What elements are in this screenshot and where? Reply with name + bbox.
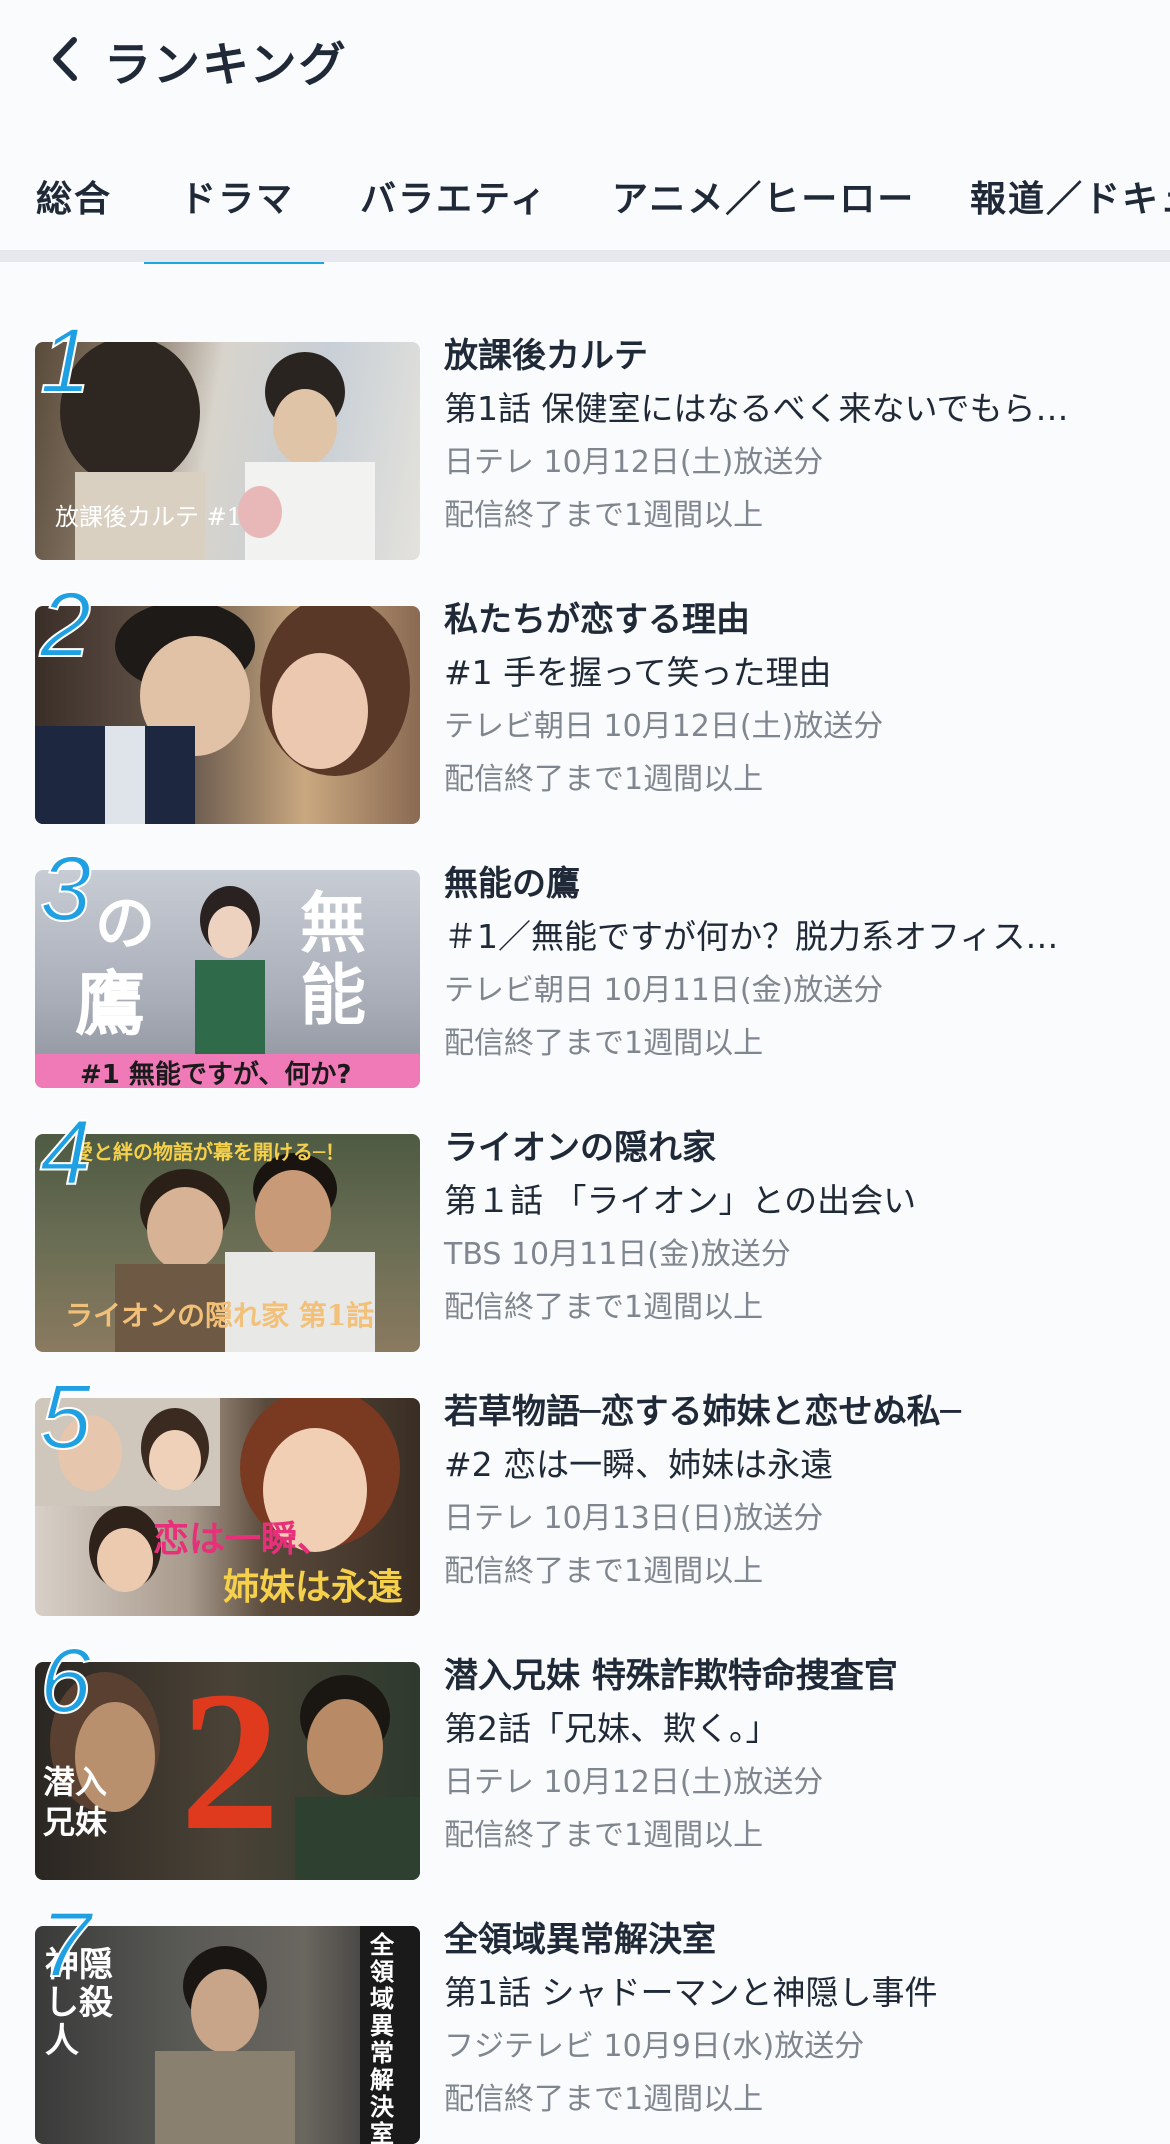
broadcast-info: フジテレビ 10月9日(水)放送分 [444, 2029, 865, 2064]
thumbnail-caption: 潜入兄妹 [43, 1763, 108, 1841]
ranking-item[interactable]: 2 私たちが恋する理由 #1 手を握って笑った理由 テレビ朝日 10月12日(土… [0, 578, 1170, 824]
broadcast-info: TBS 10月11日(金)放送分 [444, 1237, 791, 1272]
rank-number: 2 [39, 574, 92, 676]
availability-text: 配信終了まで1週間以上 [444, 498, 764, 533]
item-info: 無能の鷹 ＃1／無能ですが何か？脱力系オフィス… テレビ朝日 10月11日(金)… [444, 858, 1144, 1070]
thumbnail-caption-line: 恋は一瞬、 [153, 1518, 334, 1560]
page-title: ランキング [104, 38, 348, 93]
rank-number: 7 [39, 1894, 92, 1996]
availability-text: 配信終了まで1週間以上 [444, 762, 764, 797]
program-title: 放課後カルテ [444, 336, 648, 376]
item-info: ライオンの隠れ家 第１話 「ライオン」との出会い TBS 10月11日(金)放送… [444, 1122, 1144, 1334]
availability-text: 配信終了まで1週間以上 [444, 1026, 764, 1061]
thumbnail: 神隠し殺人 全領域異常解決室 [35, 1926, 420, 2144]
ranking-item[interactable]: 神隠し殺人 全領域異常解決室 7 全領域異常解決室 第1話 シャドーマンと神隠し… [0, 1898, 1170, 2144]
app-header: ランキング [0, 0, 1170, 118]
availability-text: 配信終了まで1週間以上 [444, 1290, 764, 1325]
thumbnail-logo-char: の [95, 889, 155, 959]
program-title: 全領域異常解決室 [444, 1920, 716, 1960]
program-title: 潜入兄妹 特殊詐欺特命捜査官 [444, 1656, 898, 1696]
item-info: 全領域異常解決室 第1話 シャドーマンと神隠し事件 フジテレビ 10月9日(水)… [444, 1914, 1144, 2126]
thumbnail-caption-line: 姉妹は永遠 [223, 1566, 404, 1608]
ranking-item[interactable]: 2 潜入兄妹 6 潜入兄妹 特殊詐欺特命捜査官 第2話「兄妹、欺く。」 日テレ … [0, 1634, 1170, 1880]
broadcast-info: 日テレ 10月13日(日)放送分 [444, 1501, 824, 1536]
tab-divider [0, 250, 1170, 262]
program-title: 私たちが恋する理由 [444, 600, 750, 640]
thumbnail [35, 606, 420, 824]
tab-overall[interactable]: 総合 [36, 170, 112, 222]
broadcast-info: 日テレ 10月12日(土)放送分 [444, 445, 824, 480]
rank-number: 5 [39, 1366, 92, 1468]
thumbnail: 恋は一瞬、 姉妹は永遠 [35, 1398, 420, 1616]
chevron-left-icon [53, 37, 77, 81]
availability-text: 配信終了まで1週間以上 [444, 1818, 764, 1853]
thumbnail: 無 能 鷹 の #1 無能ですが、何か? [35, 870, 420, 1088]
ranking-item[interactable]: 無 能 鷹 の #1 無能ですが、何か? 3 無能の鷹 ＃1／無能ですが何か？脱… [0, 842, 1170, 1088]
item-info: 潜入兄妹 特殊詐欺特命捜査官 第2話「兄妹、欺く。」 日テレ 10月12日(土)… [444, 1650, 1144, 1862]
episode-title: 第１話 「ライオン」との出会い [444, 1181, 917, 1220]
episode-title: 第1話 保健室にはなるべく来ないでもら… [444, 389, 1069, 428]
item-info: 私たちが恋する理由 #1 手を握って笑った理由 テレビ朝日 10月12日(土)放… [444, 594, 1144, 806]
ranking-item[interactable]: 恋は一瞬、 姉妹は永遠 5 若草物語─恋する姉妹と恋せぬ私─ #2 恋は一瞬、姉… [0, 1370, 1170, 1616]
tab-news-documentary[interactable]: 報道／ドキュ [970, 170, 1170, 222]
tab-anime-hero[interactable]: アニメ／ヒーロー [612, 170, 915, 222]
rank-number: 1 [39, 310, 92, 412]
thumbnail-side-title: 全領域異常解決室 [370, 1930, 394, 2144]
thumbnail-caption: ライオンの隠れ家 第1話 [65, 1299, 375, 1332]
thumbnail-logo-char: 鷹 [75, 962, 145, 1045]
thumbnail-tagline: 愛と絆の物語が幕を開ける─！ [73, 1140, 346, 1164]
program-title: 無能の鷹 [444, 864, 580, 904]
tab-drama[interactable]: ドラマ [180, 170, 294, 222]
back-button[interactable] [40, 34, 90, 84]
rank-number: 3 [39, 838, 92, 940]
thumbnail-logo-char: 能 [300, 956, 366, 1034]
episode-title: 第1話 シャドーマンと神隠し事件 [444, 1973, 938, 2012]
availability-text: 配信終了まで1週間以上 [444, 2082, 764, 2117]
rank-number: 6 [39, 1630, 92, 1732]
thumbnail-caption: 放課後カルテ #1 [55, 503, 243, 531]
availability-text: 配信終了まで1週間以上 [444, 1554, 764, 1589]
episode-title: 第2話「兄妹、欺く。」 [444, 1709, 779, 1748]
tab-variety[interactable]: バラエティ [360, 170, 548, 222]
ranking-item[interactable]: 愛と絆の物語が幕を開ける─！ ライオンの隠れ家 第1話 4 ライオンの隠れ家 第… [0, 1106, 1170, 1352]
thumbnail: 愛と絆の物語が幕を開ける─！ ライオンの隠れ家 第1話 [35, 1134, 420, 1352]
thumbnail-caption: #1 無能ですが、何か? [80, 1060, 352, 1088]
broadcast-info: テレビ朝日 10月12日(土)放送分 [444, 709, 884, 744]
program-title: ライオンの隠れ家 [444, 1128, 716, 1168]
broadcast-info: テレビ朝日 10月11日(金)放送分 [444, 973, 884, 1008]
thumbnail-big-number: 2 [180, 1662, 280, 1872]
item-info: 放課後カルテ 第1話 保健室にはなるべく来ないでもら… 日テレ 10月12日(土… [444, 330, 1144, 542]
episode-title: #1 手を握って笑った理由 [444, 653, 832, 692]
ranking-item[interactable]: 放課後カルテ #1 1 放課後カルテ 第1話 保健室にはなるべく来ないでもら… … [0, 314, 1170, 560]
thumbnail: 2 潜入兄妹 [35, 1662, 420, 1880]
episode-title: #2 恋は一瞬、姉妹は永遠 [444, 1445, 834, 1484]
thumbnail: 放課後カルテ #1 [35, 342, 420, 560]
episode-title: ＃1／無能ですが何か？脱力系オフィス… [444, 917, 1059, 956]
program-title: 若草物語─恋する姉妹と恋せぬ私─ [444, 1392, 961, 1432]
category-tabs: 総合 ドラマ バラエティ アニメ／ヒーロー 報道／ドキュ [0, 150, 1170, 265]
broadcast-info: 日テレ 10月12日(土)放送分 [444, 1765, 824, 1800]
rank-number: 4 [39, 1102, 92, 1204]
item-info: 若草物語─恋する姉妹と恋せぬ私─ #2 恋は一瞬、姉妹は永遠 日テレ 10月13… [444, 1386, 1144, 1598]
